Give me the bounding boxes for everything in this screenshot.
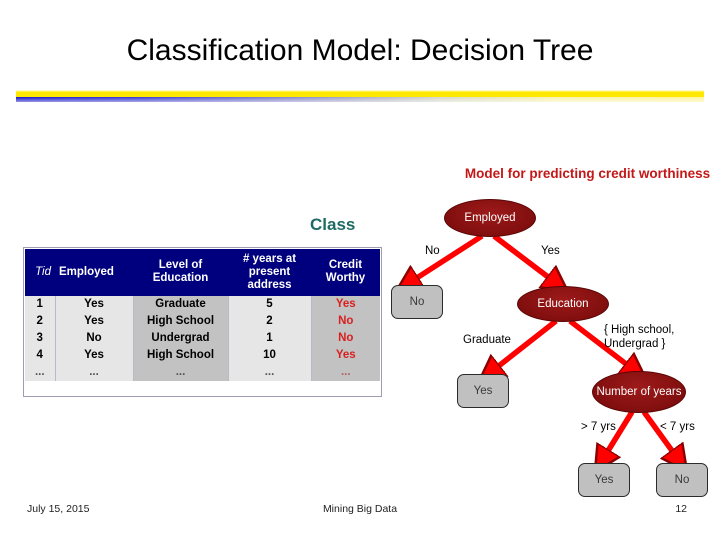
edge-label-education-graduate: Graduate bbox=[463, 334, 511, 346]
cell-credit-worthy: Yes bbox=[311, 295, 380, 313]
cell-credit-worthy: ... bbox=[311, 363, 380, 381]
cell-education: ... bbox=[133, 363, 229, 381]
tree-node-education-label: Education bbox=[537, 297, 589, 310]
cell-years: ... bbox=[228, 363, 312, 381]
tree-node-number-of-years-label: Number of years bbox=[596, 385, 682, 398]
cell-employed: Yes bbox=[55, 312, 134, 330]
cell-education: High School bbox=[133, 312, 229, 330]
column-header-employed: Employed bbox=[55, 249, 133, 296]
column-header-education: Level of Education bbox=[133, 249, 228, 296]
tree-node-employed[interactable]: Employed bbox=[444, 199, 536, 237]
arrow-education-graduate bbox=[491, 318, 558, 372]
footer-subtitle: Mining Big Data bbox=[322, 503, 398, 515]
cell-years: 5 bbox=[228, 295, 312, 313]
tree-leaf-yes-graduate-label: Yes bbox=[473, 385, 493, 397]
edge-label-education-other: { High school, Undergrad } bbox=[604, 324, 675, 350]
arrow-years-gt7 bbox=[603, 410, 635, 459]
training-data-table: Tid Employed Level of Education # years … bbox=[25, 249, 380, 381]
cell-employed: No bbox=[55, 329, 134, 347]
cell-education: Undergrad bbox=[133, 329, 229, 347]
cell-employed: ... bbox=[55, 363, 134, 381]
tree-leaf-no-lt7-label: No bbox=[674, 474, 690, 486]
cell-education: High School bbox=[133, 346, 229, 364]
tree-leaf-no-unemployed-label: No bbox=[409, 296, 425, 308]
table-row: ... ... ... ... ... bbox=[25, 363, 380, 381]
divider-blue-stripe bbox=[16, 97, 704, 102]
edge-label-years-gt7: > 7 yrs bbox=[581, 421, 616, 433]
cell-tid: ... bbox=[25, 363, 56, 381]
footer-page-number: 12 bbox=[675, 503, 687, 515]
column-header-years: # years at present address bbox=[228, 249, 311, 296]
edge-label-employed-no: No bbox=[425, 245, 440, 257]
title-divider-bar bbox=[16, 90, 704, 104]
table-row: 3 No Undergrad 1 No bbox=[25, 329, 380, 347]
cell-credit-worthy: No bbox=[311, 329, 380, 347]
tree-leaf-no-lt7[interactable]: No bbox=[656, 463, 708, 497]
cell-employed: Yes bbox=[55, 346, 134, 364]
cell-years: 1 bbox=[228, 329, 312, 347]
cell-education: Graduate bbox=[133, 295, 229, 313]
tree-leaf-yes-gt7[interactable]: Yes bbox=[578, 463, 630, 497]
tree-node-education[interactable]: Education bbox=[517, 286, 609, 322]
arrow-years-lt7 bbox=[641, 410, 678, 459]
table-header-row: Tid Employed Level of Education # years … bbox=[25, 249, 380, 296]
tree-node-employed-label: Employed bbox=[464, 211, 516, 224]
tree-node-number-of-years[interactable]: Number of years bbox=[592, 371, 686, 413]
cell-tid: 4 bbox=[25, 346, 56, 364]
edge-label-employed-yes: Yes bbox=[541, 245, 560, 257]
class-caption: Class bbox=[310, 215, 356, 234]
table-row: 1 Yes Graduate 5 Yes bbox=[25, 295, 380, 313]
cell-tid: 1 bbox=[25, 295, 56, 313]
table-row: 2 Yes High School 2 No bbox=[25, 312, 380, 330]
column-header-credit-worthy: Credit Worthy bbox=[311, 249, 380, 296]
arrow-employed-yes bbox=[492, 233, 556, 283]
table-row: 4 Yes High School 10 Yes bbox=[25, 346, 380, 364]
arrow-employed-no bbox=[409, 233, 484, 283]
edge-label-years-lt7: < 7 yrs bbox=[660, 421, 695, 433]
tree-leaf-no-unemployed[interactable]: No bbox=[391, 285, 443, 319]
cell-credit-worthy: Yes bbox=[311, 346, 380, 364]
cell-tid: 3 bbox=[25, 329, 56, 347]
tree-leaf-yes-graduate[interactable]: Yes bbox=[457, 374, 509, 408]
cell-tid: 2 bbox=[25, 312, 56, 330]
page-title: Classification Model: Decision Tree bbox=[126, 34, 594, 67]
cell-years: 10 bbox=[228, 346, 312, 364]
cell-employed: Yes bbox=[55, 295, 134, 313]
tree-leaf-yes-gt7-label: Yes bbox=[594, 474, 614, 486]
cell-credit-worthy: No bbox=[311, 312, 380, 330]
column-header-tid: Tid bbox=[25, 249, 55, 296]
cell-years: 2 bbox=[228, 312, 312, 330]
tree-heading: Model for predicting credit worthiness bbox=[464, 166, 711, 181]
